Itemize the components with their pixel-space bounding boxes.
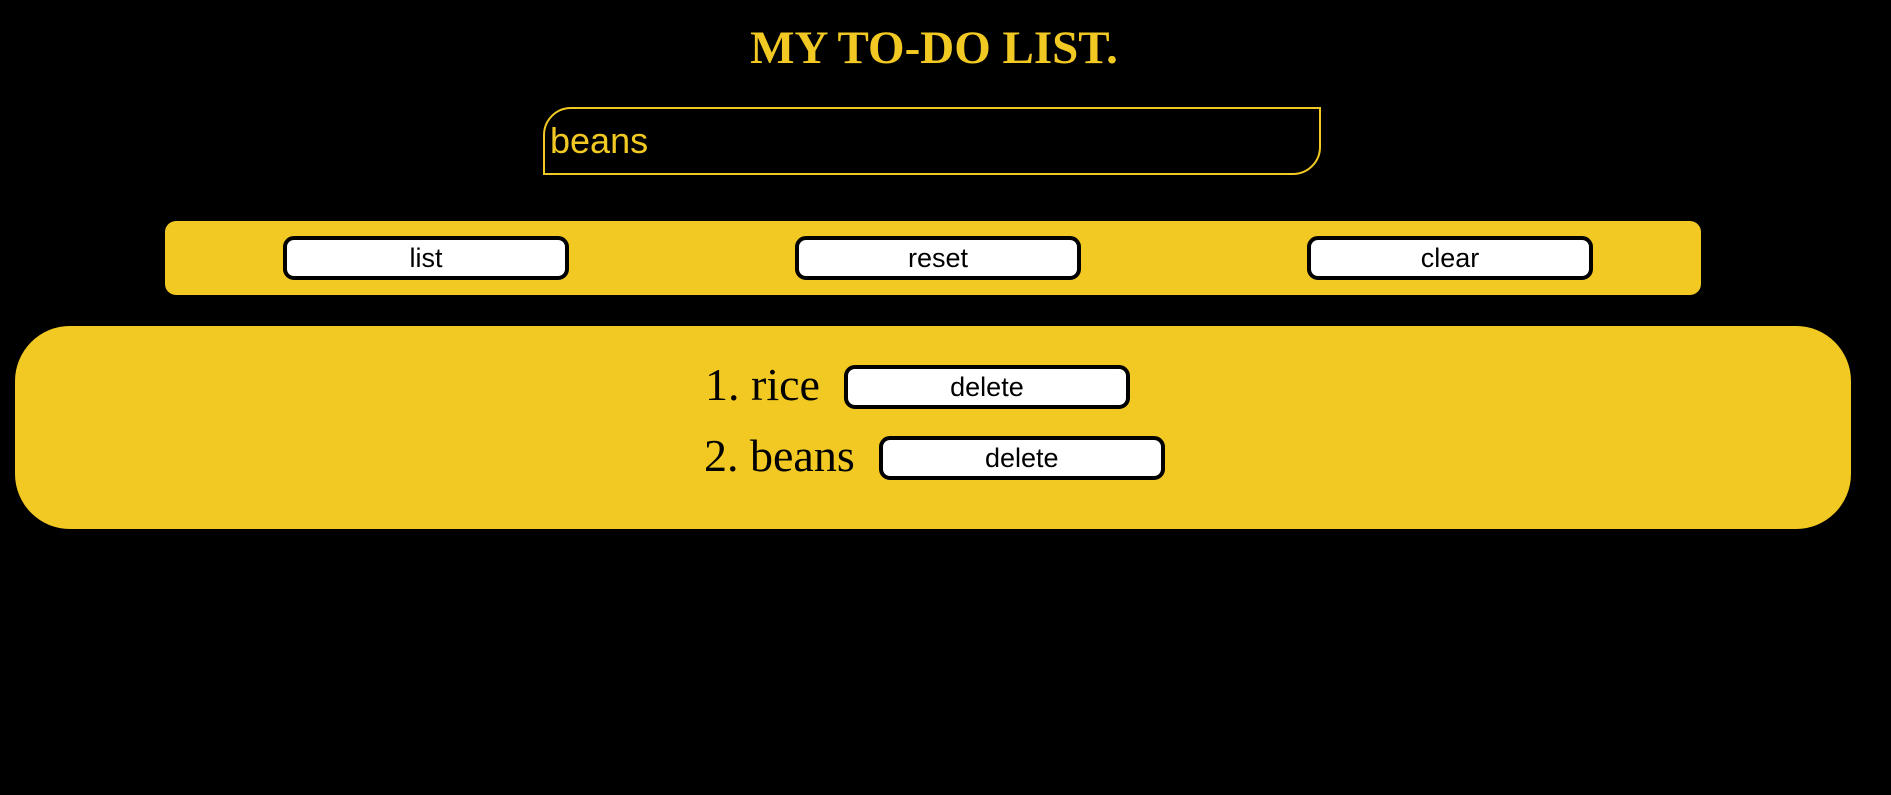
toolbar: list reset clear [165, 221, 1701, 295]
page-title: MY TO-DO LIST. [750, 22, 1118, 74]
list-button[interactable]: list [283, 236, 569, 280]
page: MY TO-DO LIST. list reset clear 1. rice … [0, 0, 1891, 795]
clear-button[interactable]: clear [1307, 236, 1593, 280]
reset-button[interactable]: reset [795, 236, 1081, 280]
todo-list: 1. rice delete 2. beans delete [15, 326, 1851, 529]
list-item: 1. rice delete [705, 354, 1130, 414]
delete-button[interactable]: delete [878, 436, 1165, 480]
delete-button[interactable]: delete [843, 365, 1130, 409]
list-item-text: 2. beans [704, 429, 855, 481]
task-input[interactable] [543, 107, 1321, 175]
list-item-text: 1. rice [705, 358, 820, 410]
list-item: 2. beans delete [704, 425, 1165, 485]
